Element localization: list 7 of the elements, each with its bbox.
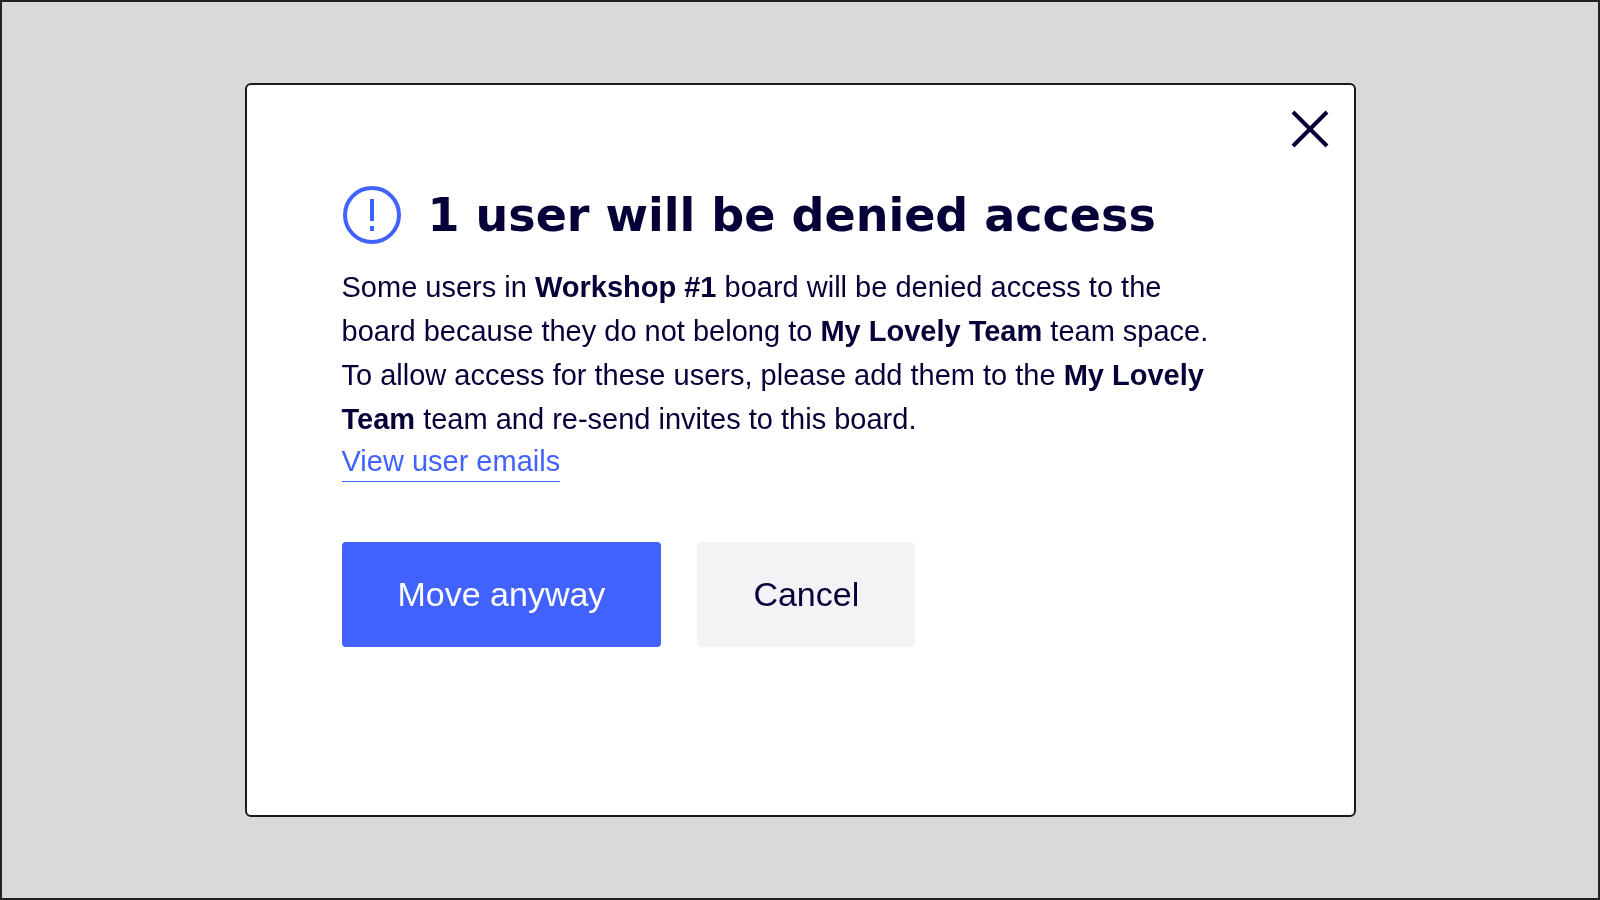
dialog-title: 1 user will be denied access <box>427 188 1156 242</box>
dialog-message: Some users in Workshop #1 board will be denied access to the board because they do not belong to My Lovely Team team space. To allow access for these users, please add them to the My Lovely Team team and re-send invites to this board. <box>341 270 1210 437</box>
primary-button[interactable]: Move anyway <box>341 542 662 647</box>
cancel-button[interactable]: Cancel <box>697 542 916 647</box>
close-button[interactable] <box>1289 109 1330 149</box>
exclamation-circle-icon <box>341 185 402 245</box>
view-emails-link[interactable]: View user emails <box>341 441 561 482</box>
